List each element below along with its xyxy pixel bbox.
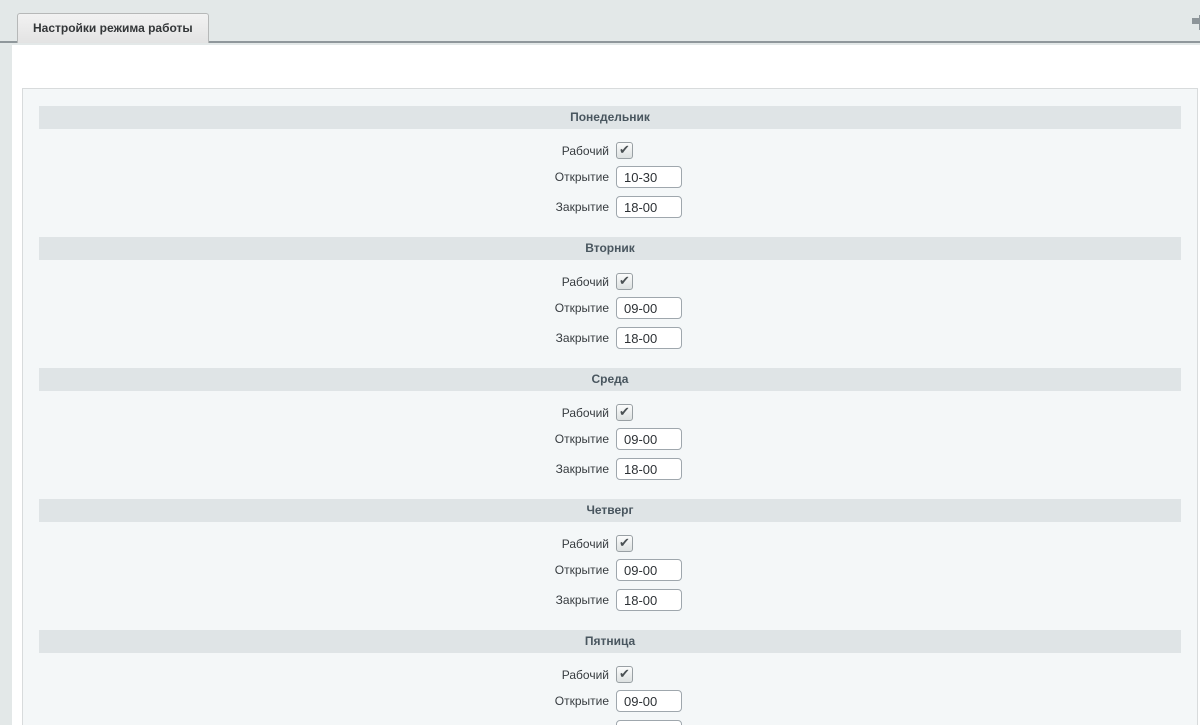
opening-label: Открытие <box>39 170 609 184</box>
working-checkbox[interactable] <box>616 404 633 421</box>
tab-work-mode-settings[interactable]: Настройки режима работы <box>17 13 209 43</box>
opening-label: Открытие <box>39 301 609 315</box>
closing-label: Закрытие <box>39 331 609 345</box>
day-section-header: Понедельник <box>39 106 1181 129</box>
opening-time-input[interactable] <box>616 690 682 712</box>
working-label: Рабочий <box>39 275 609 289</box>
closing-label: Закрытие <box>39 593 609 607</box>
working-label: Рабочий <box>39 406 609 420</box>
settings-panel: Понедельник Рабочий Открытие Закрытие Вт… <box>22 88 1198 725</box>
day-section-header: Среда <box>39 368 1181 391</box>
day-section-tuesday: Вторник Рабочий Открытие Закрытие <box>39 237 1181 349</box>
working-label: Рабочий <box>39 668 609 682</box>
day-section-header: Вторник <box>39 237 1181 260</box>
opening-label: Открытие <box>39 694 609 708</box>
pin-icon <box>1192 15 1200 36</box>
day-section-header: Четверг <box>39 499 1181 522</box>
day-section-monday: Понедельник Рабочий Открытие Закрытие <box>39 106 1181 218</box>
tab-bar: Настройки режима работы <box>0 0 1200 43</box>
working-checkbox[interactable] <box>616 666 633 683</box>
opening-time-input[interactable] <box>616 559 682 581</box>
working-label: Рабочий <box>39 537 609 551</box>
closing-time-input[interactable] <box>616 589 682 611</box>
closing-time-input[interactable] <box>616 720 682 725</box>
closing-time-input[interactable] <box>616 458 682 480</box>
day-section-header: Пятница <box>39 630 1181 653</box>
opening-time-input[interactable] <box>616 428 682 450</box>
closing-label: Закрытие <box>39 462 609 476</box>
working-checkbox[interactable] <box>616 273 633 290</box>
working-checkbox[interactable] <box>616 142 633 159</box>
closing-label: Закрытие <box>39 200 609 214</box>
day-section-friday: Пятница Рабочий Открытие Закрытие <box>39 630 1181 725</box>
opening-label: Открытие <box>39 563 609 577</box>
day-section-thursday: Четверг Рабочий Открытие Закрытие <box>39 499 1181 611</box>
closing-time-input[interactable] <box>616 327 682 349</box>
working-label: Рабочий <box>39 144 609 158</box>
day-section-wednesday: Среда Рабочий Открытие Закрытие <box>39 368 1181 480</box>
opening-label: Открытие <box>39 432 609 446</box>
working-checkbox[interactable] <box>616 535 633 552</box>
opening-time-input[interactable] <box>616 166 682 188</box>
closing-time-input[interactable] <box>616 196 682 218</box>
content-card: Понедельник Рабочий Открытие Закрытие Вт… <box>12 45 1200 725</box>
opening-time-input[interactable] <box>616 297 682 319</box>
